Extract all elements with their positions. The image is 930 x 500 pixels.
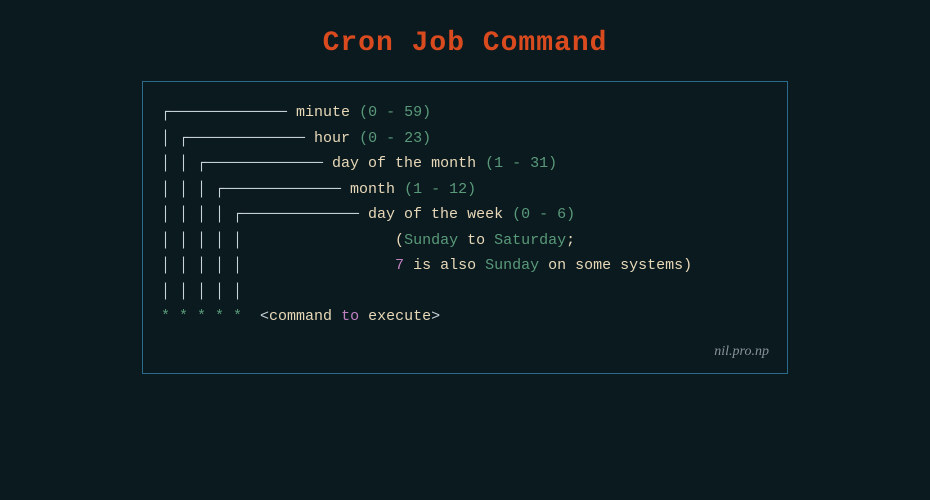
- row-dow-note1: │ │ │ │ │ (Sunday to Saturday;: [161, 228, 769, 254]
- row-pipes: │ │ │ │ │: [161, 279, 769, 305]
- row-hour: │ ┌───────────── hour (0 - 23): [161, 126, 769, 152]
- row-minute: ┌───────────── minute (0 - 59): [161, 100, 769, 126]
- row-command: * * * * * <command to execute>: [161, 304, 769, 330]
- row-month: │ │ │ ┌───────────── month (1 - 12): [161, 177, 769, 203]
- page-title: Cron Job Command: [323, 28, 608, 59]
- row-dom: │ │ ┌───────────── day of the month (1 -…: [161, 151, 769, 177]
- cron-diagram-box: ┌───────────── minute (0 - 59) │ ┌──────…: [142, 81, 788, 374]
- credit-text: nil.pro.np: [161, 340, 769, 364]
- row-dow: │ │ │ │ ┌───────────── day of the week (…: [161, 202, 769, 228]
- row-dow-note2: │ │ │ │ │ 7 is also Sunday on some syste…: [161, 253, 769, 279]
